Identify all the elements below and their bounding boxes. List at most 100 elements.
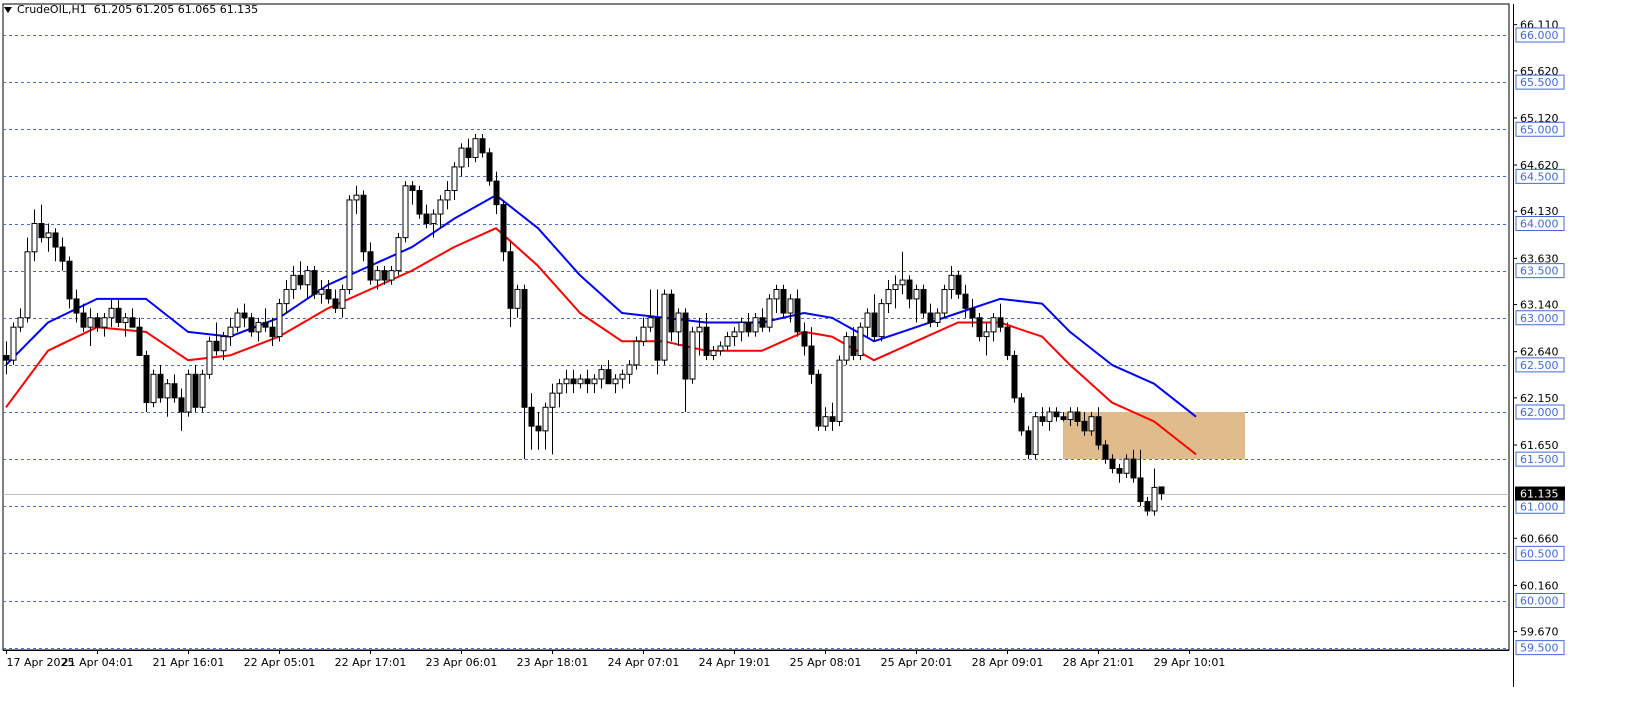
candle-down	[997, 317, 1004, 328]
candle-up	[619, 373, 626, 380]
level-label: 61.000	[1520, 500, 1559, 513]
candle-up	[934, 312, 941, 323]
candle-up	[346, 199, 353, 290]
candle-down	[969, 307, 976, 319]
candle-up	[164, 383, 171, 399]
candle-up	[689, 331, 696, 380]
x-tick-label: 25 Apr 20:01	[881, 656, 953, 669]
candle-down	[493, 180, 500, 206]
candle-up	[836, 359, 843, 422]
candle-up	[283, 288, 290, 305]
candle-down	[584, 378, 591, 385]
candle-down	[829, 416, 836, 422]
candle-up	[598, 369, 605, 380]
candle-up	[87, 317, 94, 328]
candle-up	[17, 317, 24, 328]
candle-down	[1081, 420, 1088, 432]
candle-down	[423, 213, 430, 224]
candle-up	[304, 270, 311, 286]
candle-up	[395, 237, 402, 272]
candle-up	[388, 270, 395, 281]
current-price-label: 61.135	[1520, 488, 1559, 501]
candle-up	[913, 288, 920, 300]
candle-down	[500, 204, 507, 253]
candle-up	[255, 321, 262, 333]
candle-up	[738, 321, 745, 333]
candle-up	[549, 392, 556, 408]
candle-up	[339, 288, 346, 309]
candle-down	[38, 223, 45, 239]
candle-up	[983, 331, 990, 338]
candle-up	[696, 326, 703, 333]
candle-up	[220, 336, 227, 352]
candle-down	[528, 406, 535, 427]
candle-up	[724, 336, 731, 347]
candle-up	[31, 223, 38, 253]
candle-down	[192, 373, 199, 408]
candle-down	[1074, 411, 1081, 422]
candle-down	[297, 274, 304, 286]
candle-down	[920, 288, 927, 314]
candle-down	[80, 312, 87, 328]
x-tick-label: 22 Apr 05:01	[244, 656, 316, 669]
candle-up	[472, 138, 479, 159]
candle-down	[241, 312, 248, 319]
candle-up	[640, 326, 647, 342]
candle-down	[682, 312, 689, 380]
candle-up	[290, 274, 297, 290]
candle-down	[745, 321, 752, 333]
candle-up	[948, 274, 955, 290]
level-label: 60.500	[1520, 547, 1559, 560]
candle-up	[591, 378, 598, 385]
candle-down	[262, 321, 269, 328]
x-tick-label: 25 Apr 08:01	[790, 656, 862, 669]
candle-up	[885, 288, 892, 305]
candle-down	[66, 260, 73, 300]
candle-up	[766, 298, 773, 328]
candle-up	[1151, 486, 1158, 512]
candle-up	[773, 288, 780, 300]
candle-down	[1018, 397, 1025, 432]
level-label: 64.500	[1520, 170, 1559, 183]
level-label: 63.500	[1520, 265, 1559, 278]
candle-down	[1025, 430, 1032, 455]
candle-down	[962, 293, 969, 309]
price-chart[interactable]: 66.11065.62065.12064.62064.13063.63063.1…	[0, 0, 1651, 707]
candle-down	[927, 312, 934, 323]
candle-up	[577, 378, 584, 385]
candle-down	[1116, 468, 1123, 474]
candle-up	[556, 383, 563, 394]
candle-down	[311, 270, 318, 295]
candle-down	[367, 251, 374, 281]
x-tick-label: 21 Apr 16:01	[153, 656, 225, 669]
candle-up	[430, 213, 437, 224]
candle-up	[318, 288, 325, 295]
candle-up	[633, 340, 640, 366]
level-label: 60.000	[1520, 595, 1559, 608]
candle-up	[864, 312, 871, 328]
level-label: 64.000	[1520, 218, 1559, 231]
candle-down	[1137, 477, 1144, 503]
candle-down	[871, 312, 878, 338]
x-tick-label: 29 Apr 10:01	[1154, 656, 1226, 669]
candle-up	[1067, 411, 1074, 421]
candle-up	[24, 251, 31, 319]
level-label: 65.000	[1520, 123, 1559, 136]
candle-up	[185, 373, 192, 413]
level-label: 61.500	[1520, 453, 1559, 466]
candle-up	[1046, 411, 1053, 422]
y-tick-label: 60.660	[1520, 532, 1559, 545]
candle-down	[815, 373, 822, 427]
candle-down	[157, 373, 164, 399]
candle-down	[1053, 411, 1060, 418]
candle-up	[675, 312, 682, 333]
x-tick-label: 28 Apr 09:01	[972, 656, 1044, 669]
candle-down	[171, 383, 178, 399]
y-tick-label: 62.640	[1520, 346, 1559, 359]
candle-up	[234, 312, 241, 328]
candle-up	[150, 373, 157, 404]
candle-up	[199, 373, 206, 408]
candle-down	[1039, 416, 1046, 422]
candle-up	[45, 232, 52, 239]
candle-down	[465, 147, 472, 159]
